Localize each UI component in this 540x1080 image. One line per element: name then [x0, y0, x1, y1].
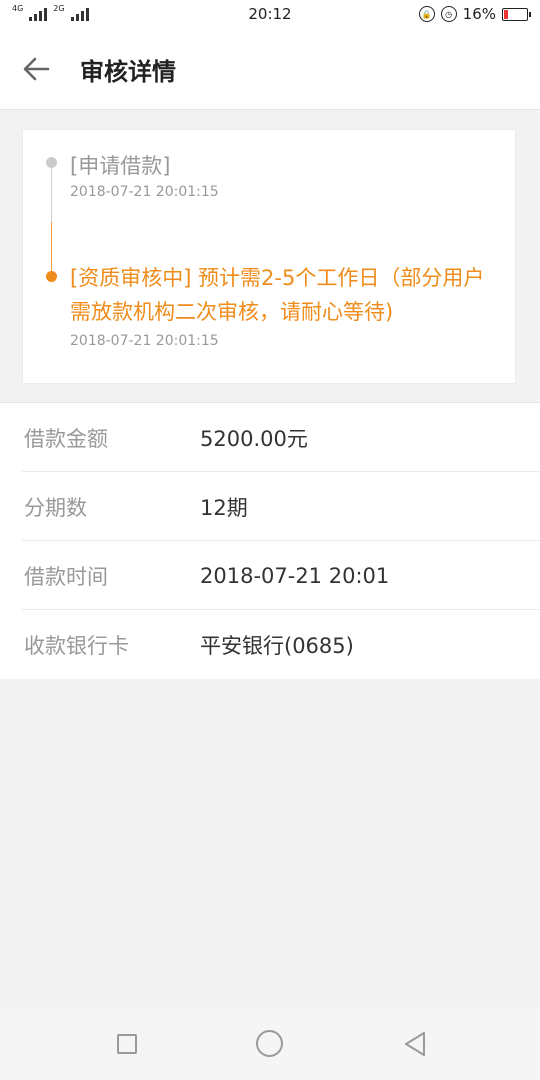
status-signals: 4G 2G — [12, 3, 89, 21]
status-indicators: 🔒 ◷ 16% — [418, 5, 531, 23]
detail-label: 分期数 — [24, 495, 87, 520]
timeline-step-title: [申请借款] — [70, 154, 171, 178]
timeline-connector-active — [51, 222, 52, 274]
page-title: 审核详情 — [80, 58, 176, 86]
timeline-dot-current — [46, 271, 57, 282]
detail-label: 收款银行卡 — [24, 633, 129, 658]
detail-label: 借款金额 — [24, 426, 108, 451]
review-timeline: [申请借款] 2018-07-21 20:01:15 [资质审核中] 预计需2-… — [22, 129, 516, 384]
detail-row-time: 借款时间 2018-07-21 20:01 — [0, 541, 540, 610]
network-type-1: 4G — [12, 3, 24, 13]
timeline-connector — [51, 162, 52, 222]
alarm-icon: ◷ — [440, 6, 457, 22]
detail-value: 5200.00元 — [200, 426, 308, 451]
battery-percent: 16% — [462, 5, 496, 23]
status-bar: 4G 2G 20:12 🔒 ◷ 16% — [0, 0, 540, 28]
app-header: 审核详情 — [0, 28, 540, 110]
detail-value: 平安银行(0685) — [200, 633, 354, 658]
detail-row-installments: 分期数 12期 — [0, 472, 540, 541]
detail-row-amount: 借款金额 5200.00元 — [0, 403, 540, 472]
detail-row-bank-card: 收款银行卡 平安银行(0685) — [0, 610, 540, 679]
recent-apps-square-icon[interactable] — [117, 1034, 137, 1054]
battery-icon — [502, 7, 531, 21]
system-nav-bar — [0, 1008, 540, 1080]
detail-label: 借款时间 — [24, 564, 108, 589]
detail-value: 12期 — [200, 495, 248, 520]
timeline-step-title-current: [资质审核中] 预计需2-5个工作日（部分用户需放款机构二次审核，请耐心等待) — [70, 266, 485, 324]
home-circle-icon[interactable] — [256, 1030, 283, 1057]
rotation-lock-icon: 🔒 — [418, 6, 435, 22]
signal-strength-2-icon — [70, 7, 89, 21]
detail-value: 2018-07-21 20:01 — [200, 563, 390, 588]
network-type-2: 2G — [53, 3, 65, 13]
timeline-step-time: 2018-07-21 20:01:15 — [70, 184, 219, 200]
timeline-dot-done — [46, 157, 57, 168]
back-triangle-icon[interactable] — [402, 1030, 428, 1058]
loan-details-list: 借款金额 5200.00元 分期数 12期 借款时间 2018-07-21 20… — [0, 402, 540, 679]
timeline-step-time-current: 2018-07-21 20:01:15 — [70, 333, 219, 349]
arrow-left-icon[interactable] — [20, 54, 52, 84]
signal-strength-1-icon — [29, 7, 48, 21]
